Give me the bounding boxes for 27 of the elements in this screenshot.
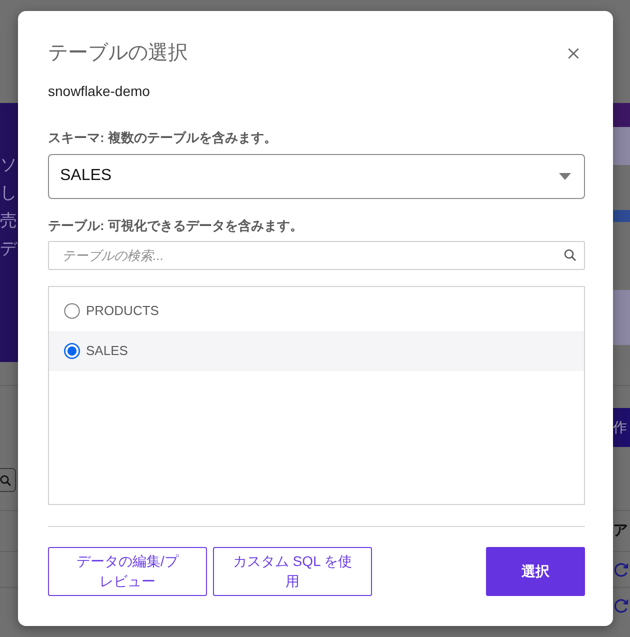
- column-heading: ア: [613, 522, 629, 540]
- table-label: テーブル: 可視化できるデータを含みます。: [48, 216, 304, 234]
- search-button[interactable]: [0, 468, 16, 492]
- schema-select[interactable]: SALES: [48, 154, 585, 198]
- banner-text: デ: [0, 238, 17, 260]
- select-button[interactable]: 選択: [486, 546, 585, 596]
- banner-text: 売: [0, 210, 17, 232]
- close-icon: [568, 48, 579, 58]
- table-search-field[interactable]: テーブルの検索...: [48, 240, 585, 270]
- connection-name: snowflake-demo: [48, 82, 151, 100]
- search-icon: [0, 474, 11, 486]
- banner-text: し: [0, 182, 17, 204]
- radio-button[interactable]: [64, 302, 80, 318]
- edit-data-button[interactable]: データの編集/プレビュー: [48, 546, 207, 596]
- table-option[interactable]: SALES: [49, 330, 584, 370]
- refresh-icon[interactable]: [613, 562, 629, 578]
- dialog-title: テーブルの選択: [48, 41, 188, 66]
- search-icon: [564, 248, 576, 260]
- close-button[interactable]: [568, 48, 579, 58]
- caret-icon: [559, 172, 571, 180]
- create-button[interactable]: 作: [613, 408, 630, 447]
- radio-button[interactable]: [64, 342, 80, 358]
- refresh-icon[interactable]: [613, 598, 629, 614]
- banner-text: ソ: [0, 154, 17, 176]
- table-option[interactable]: PRODUCTS: [49, 290, 584, 330]
- custom-sql-button[interactable]: カスタム SQL を使用: [213, 546, 372, 596]
- schema-label: スキーマ: 複数のテーブルを含みます。: [48, 129, 278, 147]
